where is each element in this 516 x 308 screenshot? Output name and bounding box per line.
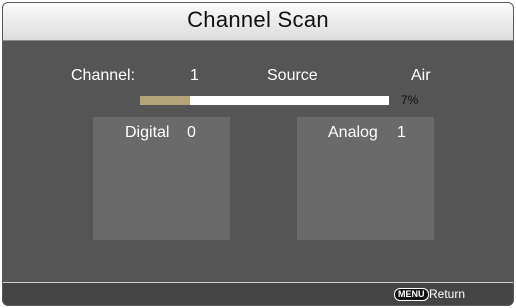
channel-value: 1 [190,67,199,84]
scan-progress-fill [140,96,190,105]
dialog-title: Channel Scan [187,7,329,32]
menu-key-icon[interactable]: MENU [394,288,429,301]
scan-progress-percent: 7% [401,93,419,107]
digital-panel: Digital 0 [93,117,230,240]
channel-scan-screen: Channel Scan Channel: 1 Source Air 7% Di… [0,0,516,308]
return-label: Return [429,287,466,301]
channel-scan-dialog: Channel Scan Channel: 1 Source Air 7% Di… [2,2,514,306]
title-bar: Channel Scan [3,3,513,41]
channel-label: Channel: [71,67,136,84]
analog-count: 1 [397,124,406,141]
source-value: Air [411,67,431,84]
analog-panel: Analog 1 [297,117,434,240]
footer-bar: MENU Return [3,282,513,305]
digital-count: 0 [187,124,196,141]
scan-body: Channel: 1 Source Air 7% Digital 0 Analo… [3,41,513,281]
scan-progress-bar [140,96,389,105]
source-label: Source [267,67,318,84]
analog-label: Analog [328,124,378,141]
digital-label: Digital [125,124,170,141]
